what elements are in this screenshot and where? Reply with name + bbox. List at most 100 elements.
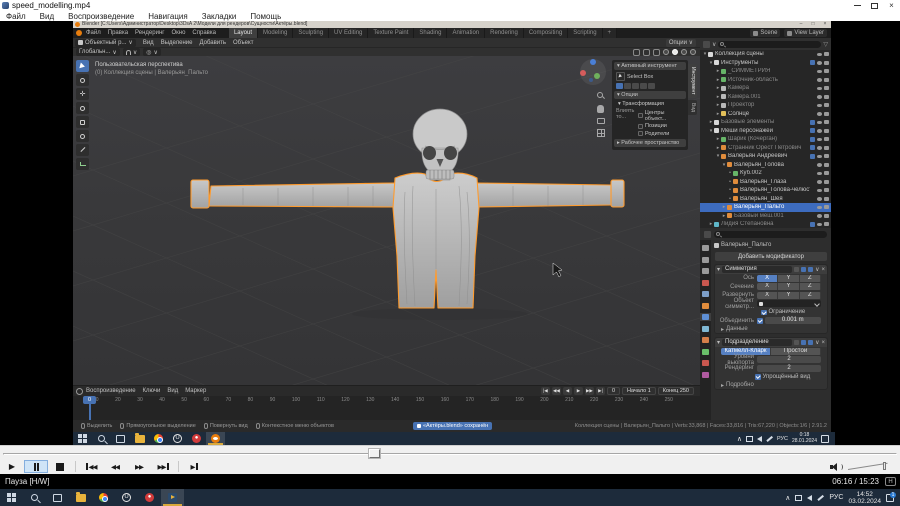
properties-tab[interactable]	[700, 256, 711, 264]
playback-button[interactable]: ◀	[562, 387, 572, 395]
realtime-toggle[interactable]	[801, 267, 807, 272]
extras-dropdown-icon[interactable]: ∨	[815, 339, 819, 346]
outliner-row[interactable]: • Валерьян_Глаза	[700, 178, 831, 187]
disable-render-icon[interactable]	[824, 188, 829, 193]
tray-monitor-icon[interactable]	[795, 494, 803, 501]
disable-render-icon[interactable]	[824, 196, 829, 201]
outliner-row[interactable]: ▾ Валерьян_Голова	[700, 161, 831, 170]
rotate-tool-button[interactable]	[76, 102, 89, 114]
subdivision-algorithm-button[interactable]: Простой	[771, 347, 821, 355]
checkbox[interactable]	[638, 113, 643, 118]
exclude-checkbox[interactable]	[810, 136, 815, 142]
properties-tab[interactable]	[700, 371, 711, 379]
select-box-tool-button[interactable]	[76, 60, 89, 72]
hide-eye-icon[interactable]	[817, 86, 822, 90]
delete-modifier-icon[interactable]: ×	[821, 340, 825, 346]
collapse-icon[interactable]: ▾	[717, 339, 720, 346]
transform-tool-button[interactable]	[76, 130, 89, 142]
transform-subsection[interactable]: ▾ Трансформация	[618, 101, 684, 107]
eyedropper-icon[interactable]	[814, 300, 820, 307]
file-explorer-icon[interactable]	[69, 489, 92, 506]
modifier-name-field[interactable]: Симметрия	[722, 266, 793, 273]
outliner-row[interactable]: ▸ Источник-область	[700, 76, 831, 85]
outliner-row[interactable]: ▸ Камера	[700, 84, 831, 93]
pause-button[interactable]	[24, 460, 48, 473]
disable-render-icon[interactable]	[824, 120, 829, 125]
cursor-tool-button[interactable]	[76, 74, 89, 86]
options-section[interactable]: ▾ Опции	[614, 91, 686, 99]
flip-button[interactable]: X	[757, 291, 779, 299]
annotate-tool-button[interactable]	[76, 144, 89, 156]
data-section[interactable]: ▸ Данные	[715, 325, 827, 333]
properties-tab[interactable]	[700, 244, 711, 252]
disable-render-icon[interactable]	[824, 77, 829, 82]
bisect-button[interactable]: X	[757, 283, 779, 291]
player-menu-item[interactable]: Вид	[40, 12, 54, 21]
realtime-toggle[interactable]	[801, 340, 807, 345]
render-toggle[interactable]	[808, 340, 814, 345]
3d-viewport[interactable]: Пользовательская перспектива (0) Коллекц…	[73, 56, 700, 385]
media-player-taskbar-icon[interactable]	[161, 489, 184, 506]
axis-button[interactable]: Z	[799, 274, 821, 282]
red-app-icon[interactable]: ●	[138, 489, 161, 506]
properties-tab[interactable]	[700, 290, 711, 298]
timeline-menu-item[interactable]: Вид	[167, 388, 178, 394]
hide-eye-icon[interactable]	[817, 214, 822, 218]
merge-checkbox[interactable]	[757, 318, 763, 324]
current-frame-field[interactable]: 0	[606, 387, 620, 395]
exclude-checkbox[interactable]	[810, 221, 815, 227]
optimal-display-checkbox[interactable]	[755, 374, 761, 380]
player-menu-item[interactable]: Файл	[6, 12, 26, 21]
outliner-row[interactable]: ▾ Коллекция сцены	[700, 50, 831, 59]
maximize-button[interactable]	[866, 0, 883, 11]
outliner-row[interactable]: ▾ Инструменты	[700, 59, 831, 68]
player-menu-item[interactable]: Навигация	[148, 12, 188, 21]
properties-tab[interactable]	[700, 279, 711, 287]
clipping-checkbox[interactable]	[761, 309, 767, 315]
hide-eye-icon[interactable]	[817, 52, 822, 56]
select-mode-intersect[interactable]	[648, 83, 655, 89]
measure-tool-button[interactable]	[76, 158, 89, 170]
playback-button[interactable]: ▶|	[595, 387, 605, 395]
move-tool-button[interactable]: ✛	[76, 88, 89, 100]
axis-button[interactable]: X	[757, 274, 779, 282]
disable-render-icon[interactable]	[824, 162, 829, 167]
exclude-checkbox[interactable]	[810, 60, 815, 66]
notification-center-icon[interactable]: 1	[886, 491, 896, 502]
fast-forward-button[interactable]: ▶▶	[127, 460, 151, 473]
language-indicator[interactable]: РУС	[829, 494, 843, 501]
seek-bar[interactable]	[0, 445, 900, 459]
hide-eye-icon[interactable]	[817, 137, 822, 141]
outliner-row[interactable]: • Валерьян_Шея	[700, 195, 831, 204]
advanced-section[interactable]: ▸ Подробно	[715, 381, 827, 389]
hide-eye-icon[interactable]	[817, 222, 822, 226]
timeline-ruler[interactable]: 1020304050607080901001101201301401501601…	[73, 396, 700, 421]
outliner-row[interactable]: • Куб.002	[700, 169, 831, 178]
saved-notification-badge[interactable]: «Актёры.blend» сохранён	[413, 422, 493, 430]
active-tool-section[interactable]: ▾ Активный инструмент	[614, 62, 686, 70]
properties-tab[interactable]	[700, 336, 711, 344]
minimize-button[interactable]	[849, 0, 866, 11]
timeline-menu-item[interactable]: Маркер	[185, 388, 206, 394]
bisect-button[interactable]: Y	[778, 283, 800, 291]
edit-mode-toggle[interactable]	[794, 267, 800, 272]
disable-render-icon[interactable]	[824, 145, 829, 150]
hidden-icons-chevron[interactable]: ∧	[785, 494, 790, 502]
disable-render-icon[interactable]	[824, 171, 829, 176]
outliner-row[interactable]: ▸ Лидия Степановна	[700, 220, 831, 228]
select-mode-invert[interactable]	[640, 83, 647, 89]
hide-eye-icon[interactable]	[817, 69, 822, 73]
properties-tab[interactable]	[700, 267, 711, 275]
frame-start-field[interactable]: Начало 1	[622, 387, 656, 395]
video-area[interactable]: Blender [C:\Users\Администратор\Desktop\…	[0, 21, 900, 445]
filter-icon[interactable]: ▽	[823, 41, 828, 48]
outliner-row[interactable]: ▸ Валерьян_Пальто	[700, 203, 831, 212]
properties-search-input[interactable]	[714, 230, 827, 238]
disable-render-icon[interactable]	[824, 205, 829, 210]
outliner-row[interactable]: ▸ Базовый меш.001	[700, 212, 831, 221]
workspace-section[interactable]: ▸ Рабочее пространство	[614, 138, 686, 147]
display-mode-icon[interactable]	[703, 40, 710, 48]
chrome-icon[interactable]	[92, 489, 115, 506]
render-levels-field[interactable]: 2	[757, 364, 821, 372]
start-button[interactable]	[0, 489, 23, 506]
